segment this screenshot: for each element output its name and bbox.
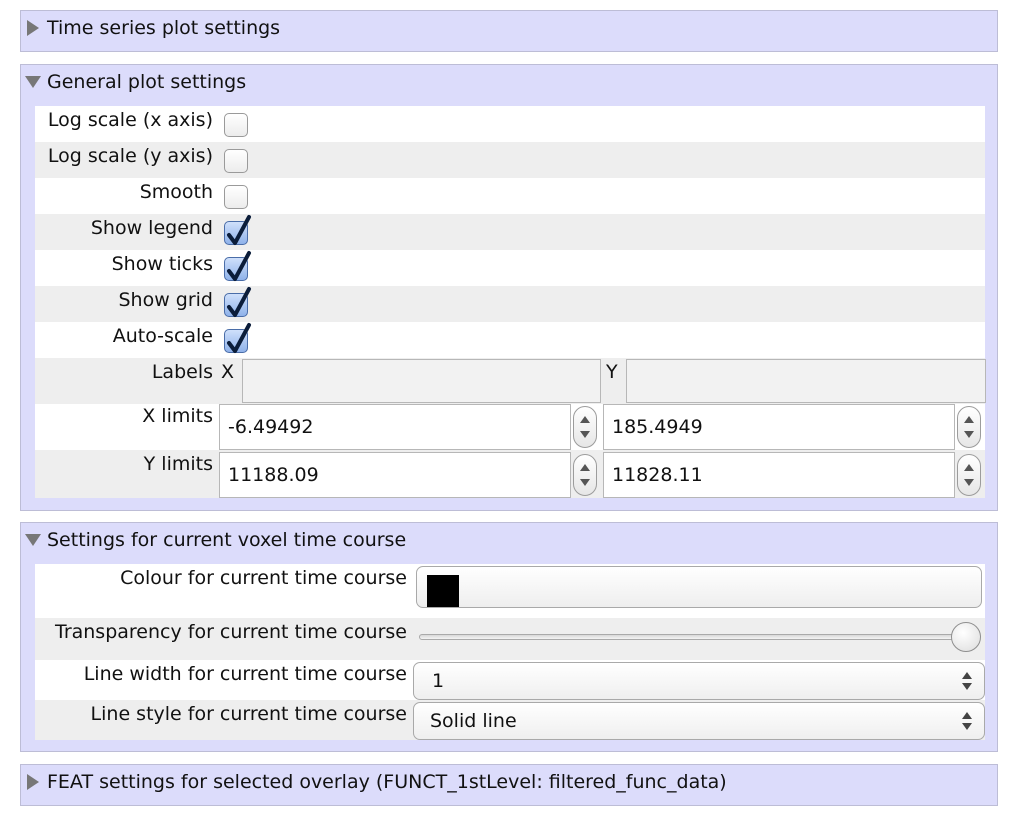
colour-swatch bbox=[427, 575, 459, 607]
voxel-time-course-body: Colour for current time course Transpare… bbox=[35, 564, 985, 740]
panel-title: Time series plot settings bbox=[47, 17, 281, 39]
colour-row: Colour for current time course bbox=[35, 564, 985, 618]
panel-title: General plot settings bbox=[47, 71, 247, 93]
feat-settings-panel: FEAT settings for selected overlay (FUNC… bbox=[20, 764, 998, 806]
line-style-value: Solid line bbox=[430, 710, 517, 732]
auto-scale-checkbox[interactable] bbox=[224, 323, 251, 353]
spin-up-icon bbox=[580, 416, 590, 423]
y-limits-label: Y limits bbox=[143, 453, 213, 475]
y-limits-row: Y limits 11188.09 11828.11 bbox=[35, 450, 985, 498]
panel-title: FEAT settings for selected overlay (FUNC… bbox=[47, 771, 727, 793]
expand-arrow-icon bbox=[27, 20, 39, 36]
spin-up-icon bbox=[580, 464, 590, 471]
collapse-arrow-icon bbox=[25, 534, 41, 546]
panel-title: Settings for current voxel time course bbox=[47, 529, 407, 551]
show-grid-checkbox[interactable] bbox=[224, 287, 251, 317]
log-x-label: Log scale (x axis) bbox=[47, 109, 213, 131]
dropdown-arrows-icon bbox=[962, 712, 972, 730]
time-series-settings-panel: Time series plot settings bbox=[20, 10, 998, 52]
smooth-label: Smooth bbox=[139, 181, 213, 203]
line-style-row: Line style for current time course Solid… bbox=[35, 700, 985, 740]
voxel-time-course-header[interactable]: Settings for current voxel time course bbox=[21, 525, 997, 555]
voxel-time-course-panel: Settings for current voxel time course C… bbox=[20, 522, 998, 752]
show-legend-label: Show legend bbox=[90, 217, 213, 239]
spin-up-icon bbox=[964, 464, 974, 471]
colour-label: Colour for current time course bbox=[120, 567, 407, 589]
y-max-input[interactable]: 11828.11 bbox=[603, 452, 955, 498]
line-style-select[interactable]: Solid line bbox=[413, 702, 985, 740]
checkmark-icon bbox=[227, 251, 251, 281]
spin-up-icon bbox=[964, 416, 974, 423]
log-x-checkbox[interactable] bbox=[224, 113, 248, 137]
labels-x-tag: X bbox=[221, 361, 235, 383]
y-min-spinner[interactable] bbox=[573, 454, 597, 496]
checkmark-icon bbox=[227, 323, 251, 353]
labels-y-tag: Y bbox=[606, 361, 618, 383]
smooth-checkbox[interactable] bbox=[224, 185, 248, 209]
spin-down-icon bbox=[964, 479, 974, 486]
log-y-row: Log scale (y axis) bbox=[35, 142, 985, 178]
dropdown-arrows-icon bbox=[962, 672, 972, 690]
line-width-row: Line width for current time course 1 bbox=[35, 660, 985, 700]
transparency-slider-thumb[interactable] bbox=[951, 622, 981, 652]
labels-row: Labels X Y bbox=[35, 358, 986, 404]
transparency-row: Transparency for current time course bbox=[35, 618, 985, 660]
labels-label: Labels bbox=[151, 361, 213, 383]
show-legend-checkbox[interactable] bbox=[224, 215, 251, 245]
x-label-input[interactable] bbox=[242, 359, 601, 403]
general-plot-settings-body: Log scale (x axis) Log scale (y axis) Sm… bbox=[35, 106, 986, 498]
x-min-spinner[interactable] bbox=[573, 406, 597, 448]
auto-scale-row: Auto-scale bbox=[35, 322, 985, 358]
spin-down-icon bbox=[964, 431, 974, 438]
auto-scale-label: Auto-scale bbox=[112, 325, 213, 347]
log-y-checkbox[interactable] bbox=[224, 149, 248, 173]
colour-picker-button[interactable] bbox=[416, 566, 982, 608]
time-series-settings-header[interactable]: Time series plot settings bbox=[21, 13, 997, 43]
log-y-label: Log scale (y axis) bbox=[47, 145, 213, 167]
collapse-arrow-icon bbox=[25, 76, 41, 88]
y-max-spinner[interactable] bbox=[957, 454, 981, 496]
general-plot-settings-header[interactable]: General plot settings bbox=[21, 67, 997, 97]
x-min-input[interactable]: -6.49492 bbox=[219, 404, 571, 450]
line-width-select[interactable]: 1 bbox=[413, 662, 985, 700]
show-ticks-row: Show ticks bbox=[35, 250, 985, 286]
feat-settings-header[interactable]: FEAT settings for selected overlay (FUNC… bbox=[21, 767, 997, 797]
log-x-row: Log scale (x axis) bbox=[35, 106, 985, 142]
smooth-row: Smooth bbox=[35, 178, 985, 214]
show-ticks-checkbox[interactable] bbox=[224, 251, 251, 281]
transparency-label: Transparency for current time course bbox=[55, 621, 407, 643]
x-max-input[interactable]: 185.4949 bbox=[603, 404, 955, 450]
transparency-slider-track[interactable] bbox=[419, 634, 979, 640]
show-ticks-label: Show ticks bbox=[111, 253, 213, 275]
y-min-input[interactable]: 11188.09 bbox=[219, 452, 571, 498]
x-max-spinner[interactable] bbox=[957, 406, 981, 448]
spin-down-icon bbox=[580, 479, 590, 486]
checkmark-icon bbox=[227, 287, 251, 317]
x-limits-label: X limits bbox=[142, 405, 213, 427]
line-width-label: Line width for current time course bbox=[83, 663, 407, 685]
line-width-value: 1 bbox=[432, 670, 445, 692]
show-grid-label: Show grid bbox=[118, 289, 213, 311]
show-grid-row: Show grid bbox=[35, 286, 985, 322]
x-limits-row: X limits -6.49492 185.4949 bbox=[35, 404, 985, 450]
general-plot-settings-panel: General plot settings Log scale (x axis)… bbox=[20, 64, 998, 511]
spin-down-icon bbox=[580, 431, 590, 438]
checkmark-icon bbox=[227, 215, 251, 245]
line-style-label: Line style for current time course bbox=[90, 703, 407, 725]
y-label-input[interactable] bbox=[626, 359, 986, 403]
expand-arrow-icon bbox=[27, 774, 39, 790]
show-legend-row: Show legend bbox=[35, 214, 985, 250]
